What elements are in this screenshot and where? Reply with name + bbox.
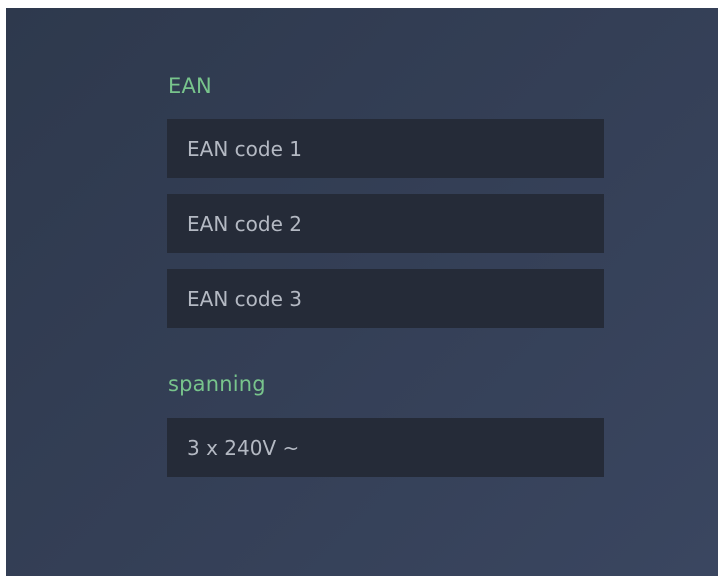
form-panel: EAN spanning 3 x 240V ~ [6,8,718,576]
ean-code-3-input[interactable] [167,269,604,328]
ean-section-label: EAN [168,74,212,98]
ean-code-1-input[interactable] [167,119,604,178]
spanning-section-label: spanning [168,372,266,396]
spanning-select[interactable]: 3 x 240V ~ [167,418,604,477]
spanning-value: 3 x 240V ~ [187,435,300,460]
ean-code-2-input[interactable] [167,194,604,253]
